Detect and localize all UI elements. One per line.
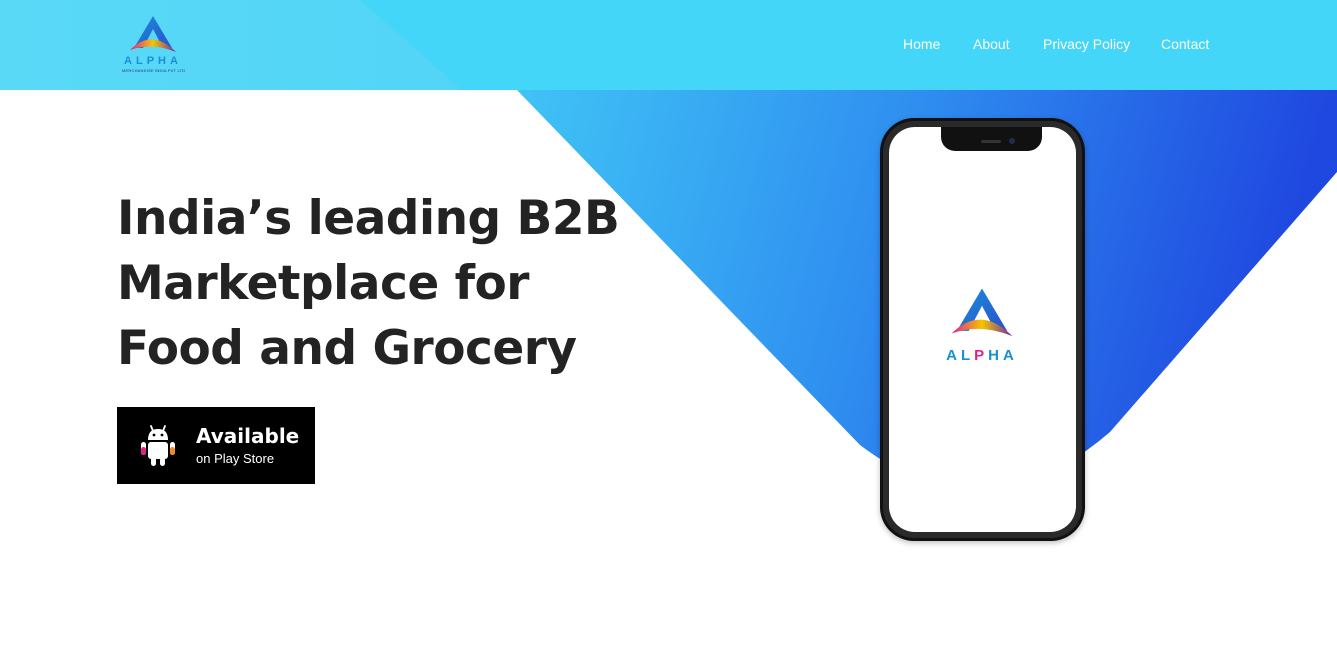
play-button-main-label: Available	[196, 424, 300, 448]
logo-wordmark: ALPHA	[124, 55, 182, 67]
alpha-a-logo-icon	[130, 16, 176, 52]
alpha-a-logo-icon	[951, 288, 1013, 337]
logo-tagline: MERCHANDISE INDIA PVT LTD	[122, 68, 186, 73]
speaker-icon	[981, 140, 1001, 143]
phone-notch	[941, 127, 1042, 151]
splash-wordmark: ALPHA	[941, 347, 1023, 364]
app-splash-logo: ALPHA	[941, 285, 1023, 367]
site-header: ALPHA MERCHANDISE INDIA PVT LTD Home Abo…	[0, 0, 1337, 90]
nav-home[interactable]: Home	[903, 36, 940, 52]
play-store-button[interactable]: Available on Play Store	[117, 407, 315, 484]
camera-icon	[1009, 138, 1015, 144]
nav-about[interactable]: About	[973, 36, 1010, 52]
phone-mockup: ALPHA	[880, 118, 1085, 541]
nav-contact[interactable]: Contact	[1161, 36, 1209, 52]
play-button-sub-label: on Play Store	[196, 451, 275, 466]
nav-privacy-policy[interactable]: Privacy Policy	[1043, 36, 1130, 52]
phone-screen: ALPHA	[889, 127, 1076, 532]
brand-logo[interactable]: ALPHA MERCHANDISE INDIA PVT LTD	[122, 14, 186, 78]
splash-wordmark-part: AL	[946, 347, 975, 364]
android-icon	[141, 425, 175, 466]
splash-wordmark-part: HA	[988, 347, 1018, 364]
hero-title: India’s leading B2B Marketplace for Food…	[117, 191, 620, 376]
splash-wordmark-part: P	[974, 347, 989, 364]
